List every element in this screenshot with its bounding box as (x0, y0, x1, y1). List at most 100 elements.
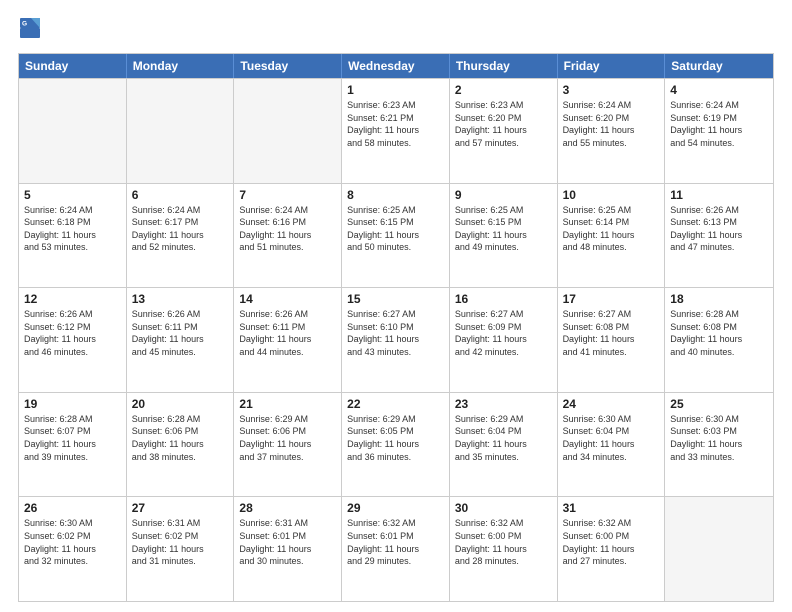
day-info: Sunrise: 6:26 AM Sunset: 6:12 PM Dayligh… (24, 308, 121, 358)
day-number: 6 (132, 188, 229, 202)
day-info: Sunrise: 6:28 AM Sunset: 6:08 PM Dayligh… (670, 308, 768, 358)
calendar-cell: 16Sunrise: 6:27 AM Sunset: 6:09 PM Dayli… (450, 288, 558, 392)
calendar-cell: 20 Sunrise: 6:28 AM Sunset: 6:06 PM Dayli… (127, 393, 235, 497)
day-number: 3 (563, 83, 660, 97)
calendar-row: 19 Sunrise: 6:28 AM Sunset: 6:07 PM Dayli… (19, 392, 773, 497)
day-info: Sunrise: 6:25 AM Sunset: 6:14 PM Dayligh… (563, 204, 660, 254)
calendar-cell: 28 Sunrise: 6:31 AM Sunset: 6:01 PM Dayli… (234, 497, 342, 601)
weekday-header: Monday (127, 54, 235, 78)
day-number: 13 (132, 292, 229, 306)
weekday-header: Friday (558, 54, 666, 78)
day-number: 21 (239, 397, 336, 411)
weekday-header: Wednesday (342, 54, 450, 78)
day-number: 10 (563, 188, 660, 202)
svg-text:G: G (22, 21, 27, 28)
calendar-cell: 14Sunrise: 6:26 AM Sunset: 6:11 PM Dayli… (234, 288, 342, 392)
day-info: Sunrise: 6:32 AM Sunset: 6:01 PM Dayligh… (347, 517, 444, 567)
day-info: Sunrise: 6:24 AM Sunset: 6:20 PM Dayligh… (563, 99, 660, 149)
calendar-cell: 17 Sunrise: 6:27 AM Sunset: 6:08 PM Dayli… (558, 288, 666, 392)
calendar-cell: 4 Sunrise: 6:24 AM Sunset: 6:19 PM Daylig… (665, 79, 773, 183)
day-number: 19 (24, 397, 121, 411)
calendar-cell: 6 Sunrise: 6:24 AM Sunset: 6:17 PM Daylig… (127, 184, 235, 288)
day-number: 31 (563, 501, 660, 515)
day-number: 24 (563, 397, 660, 411)
page-header: G (18, 18, 774, 43)
day-number: 20 (132, 397, 229, 411)
calendar-row: 5Sunrise: 6:24 AM Sunset: 6:18 PM Daylig… (19, 183, 773, 288)
day-info: Sunrise: 6:30 AM Sunset: 6:02 PM Dayligh… (24, 517, 121, 567)
calendar-row: 1Sunrise: 6:23 AM Sunset: 6:21 PM Daylig… (19, 78, 773, 183)
calendar-cell: 19 Sunrise: 6:28 AM Sunset: 6:07 PM Dayli… (19, 393, 127, 497)
calendar: SundayMondayTuesdayWednesdayThursdayFrid… (18, 53, 774, 602)
day-number: 28 (239, 501, 336, 515)
day-number: 27 (132, 501, 229, 515)
calendar-cell: 12 Sunrise: 6:26 AM Sunset: 6:12 PM Dayli… (19, 288, 127, 392)
day-info: Sunrise: 6:31 AM Sunset: 6:01 PM Dayligh… (239, 517, 336, 567)
calendar-cell: 1Sunrise: 6:23 AM Sunset: 6:21 PM Daylig… (342, 79, 450, 183)
day-number: 11 (670, 188, 768, 202)
day-number: 4 (670, 83, 768, 97)
calendar-cell: 29 Sunrise: 6:32 AM Sunset: 6:01 PM Dayli… (342, 497, 450, 601)
day-number: 7 (239, 188, 336, 202)
day-number: 18 (670, 292, 768, 306)
day-number: 30 (455, 501, 552, 515)
calendar-cell: 13 Sunrise: 6:26 AM Sunset: 6:11 PM Dayli… (127, 288, 235, 392)
day-number: 1 (347, 83, 444, 97)
day-info: Sunrise: 6:24 AM Sunset: 6:16 PM Dayligh… (239, 204, 336, 254)
calendar-cell: 9 Sunrise: 6:25 AM Sunset: 6:15 PM Daylig… (450, 184, 558, 288)
day-info: Sunrise: 6:32 AM Sunset: 6:00 PM Dayligh… (455, 517, 552, 567)
day-info: Sunrise: 6:27 AM Sunset: 6:10 PM Dayligh… (347, 308, 444, 358)
calendar-cell: 15Sunrise: 6:27 AM Sunset: 6:10 PM Dayli… (342, 288, 450, 392)
calendar-cell: 24 Sunrise: 6:30 AM Sunset: 6:04 PM Dayli… (558, 393, 666, 497)
calendar-cell: 2 Sunrise: 6:23 AM Sunset: 6:20 PM Daylig… (450, 79, 558, 183)
weekday-header: Thursday (450, 54, 558, 78)
day-info: Sunrise: 6:28 AM Sunset: 6:07 PM Dayligh… (24, 413, 121, 463)
day-number: 26 (24, 501, 121, 515)
day-info: Sunrise: 6:29 AM Sunset: 6:06 PM Dayligh… (239, 413, 336, 463)
day-info: Sunrise: 6:31 AM Sunset: 6:02 PM Dayligh… (132, 517, 229, 567)
weekday-header: Sunday (19, 54, 127, 78)
logo-icon: G (20, 18, 40, 38)
day-number: 9 (455, 188, 552, 202)
day-info: Sunrise: 6:25 AM Sunset: 6:15 PM Dayligh… (455, 204, 552, 254)
day-info: Sunrise: 6:30 AM Sunset: 6:04 PM Dayligh… (563, 413, 660, 463)
calendar-header: SundayMondayTuesdayWednesdayThursdayFrid… (19, 54, 773, 78)
day-number: 5 (24, 188, 121, 202)
day-info: Sunrise: 6:23 AM Sunset: 6:20 PM Dayligh… (455, 99, 552, 149)
calendar-cell: 8Sunrise: 6:25 AM Sunset: 6:15 PM Daylig… (342, 184, 450, 288)
day-number: 14 (239, 292, 336, 306)
day-number: 29 (347, 501, 444, 515)
calendar-cell: 18 Sunrise: 6:28 AM Sunset: 6:08 PM Dayli… (665, 288, 773, 392)
day-info: Sunrise: 6:30 AM Sunset: 6:03 PM Dayligh… (670, 413, 768, 463)
day-number: 12 (24, 292, 121, 306)
day-number: 25 (670, 397, 768, 411)
calendar-cell (665, 497, 773, 601)
day-number: 2 (455, 83, 552, 97)
calendar-cell: 3 Sunrise: 6:24 AM Sunset: 6:20 PM Daylig… (558, 79, 666, 183)
day-info: Sunrise: 6:25 AM Sunset: 6:15 PM Dayligh… (347, 204, 444, 254)
day-info: Sunrise: 6:24 AM Sunset: 6:17 PM Dayligh… (132, 204, 229, 254)
weekday-header: Tuesday (234, 54, 342, 78)
calendar-cell: 21 Sunrise: 6:29 AM Sunset: 6:06 PM Dayli… (234, 393, 342, 497)
day-number: 16 (455, 292, 552, 306)
day-info: Sunrise: 6:26 AM Sunset: 6:13 PM Dayligh… (670, 204, 768, 254)
day-info: Sunrise: 6:26 AM Sunset: 6:11 PM Dayligh… (132, 308, 229, 358)
day-number: 17 (563, 292, 660, 306)
day-info: Sunrise: 6:27 AM Sunset: 6:08 PM Dayligh… (563, 308, 660, 358)
calendar-row: 26 Sunrise: 6:30 AM Sunset: 6:02 PM Dayli… (19, 496, 773, 601)
day-info: Sunrise: 6:29 AM Sunset: 6:05 PM Dayligh… (347, 413, 444, 463)
logo: G (18, 18, 44, 43)
calendar-cell (127, 79, 235, 183)
calendar-row: 12 Sunrise: 6:26 AM Sunset: 6:12 PM Dayli… (19, 287, 773, 392)
calendar-cell: 26 Sunrise: 6:30 AM Sunset: 6:02 PM Dayli… (19, 497, 127, 601)
calendar-body: 1Sunrise: 6:23 AM Sunset: 6:21 PM Daylig… (19, 78, 773, 601)
day-info: Sunrise: 6:28 AM Sunset: 6:06 PM Dayligh… (132, 413, 229, 463)
calendar-cell (19, 79, 127, 183)
calendar-cell: 10 Sunrise: 6:25 AM Sunset: 6:14 PM Dayli… (558, 184, 666, 288)
day-number: 22 (347, 397, 444, 411)
day-info: Sunrise: 6:24 AM Sunset: 6:19 PM Dayligh… (670, 99, 768, 149)
weekday-header: Saturday (665, 54, 773, 78)
calendar-cell (234, 79, 342, 183)
calendar-cell: 30 Sunrise: 6:32 AM Sunset: 6:00 PM Dayli… (450, 497, 558, 601)
calendar-cell: 22 Sunrise: 6:29 AM Sunset: 6:05 PM Dayli… (342, 393, 450, 497)
